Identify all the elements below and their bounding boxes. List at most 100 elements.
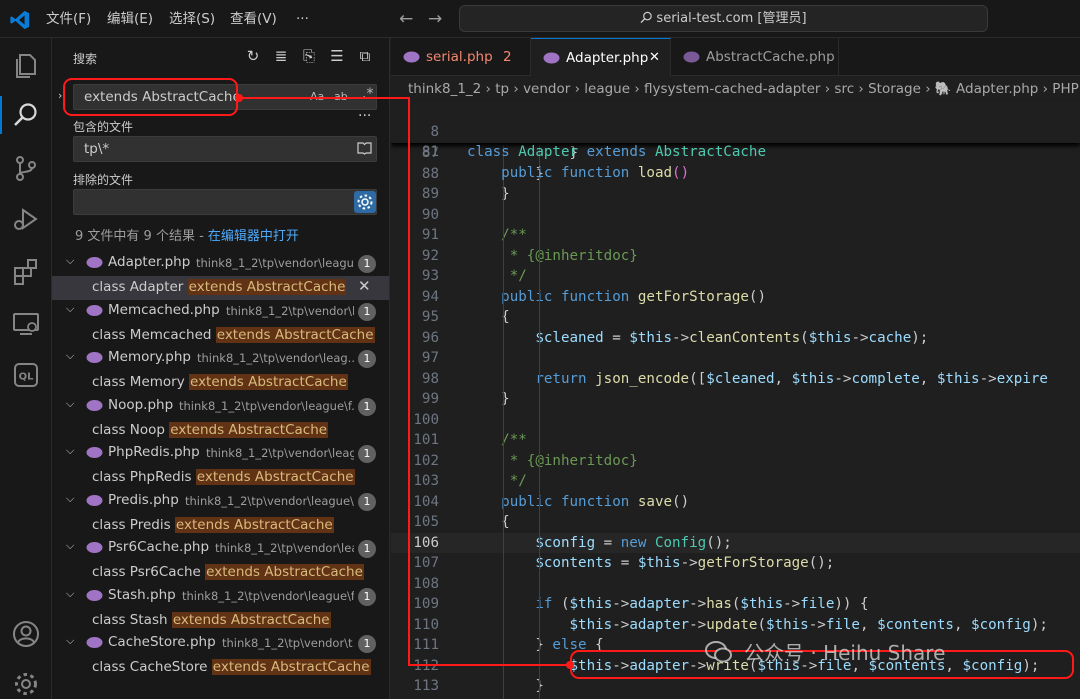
line-number: 97 [421,350,439,366]
result-file-row[interactable]: ⌵ Memcached.php think8_1_2\tp\vendor\l... 1 [52,300,389,323]
toggle-replace-chevron-icon[interactable]: › [58,89,62,102]
clear-results-icon[interactable]: ≣ [272,47,290,65]
menu-view[interactable]: 查看(V) [230,0,277,38]
chevron-down-icon[interactable]: ⌵ [66,444,74,458]
code-line[interactable]: 92 * {@inheritdoc} [391,246,1080,267]
match-highlight: extends AbstractCache [174,516,334,533]
chevron-down-icon[interactable]: ⌵ [66,492,74,506]
code-line[interactable]: 110 $this->adapter->update($this->file, … [391,615,1080,636]
chevron-down-icon[interactable]: ⌵ [66,349,74,363]
menu-more[interactable]: ··· [296,0,309,38]
forward-arrow-icon[interactable]: → [428,9,442,29]
chevron-down-icon[interactable]: ⌵ [66,587,74,601]
result-file-row[interactable]: ⌵ Noop.php think8_1_2\tp\vendor\league\f..… [52,395,389,418]
code-line[interactable]: 106 $config = new Config(); [391,532,1080,553]
result-match-row[interactable]: class Memcached extends AbstractCache [52,324,389,348]
code-text: public function load() [501,164,690,181]
result-file-row[interactable]: ⌵ Adapter.php think8_1_2\tp\vendor\leagu..… [52,252,389,275]
use-exclude-settings-toggle[interactable] [354,191,376,213]
line-number: 95 [421,309,439,325]
regex-toggle-icon[interactable]: .* [362,86,373,102]
new-search-editor-icon[interactable]: ⎘ [300,47,318,65]
chevron-down-icon[interactable]: ⌵ [66,539,74,553]
open-editors-only-icon[interactable] [357,142,372,155]
code-line[interactable]: 113 } [391,676,1080,697]
code-line[interactable]: 95 { [391,307,1080,328]
dismiss-match-icon[interactable]: ✕ [358,277,371,295]
code-line[interactable]: 104 public function save() [391,492,1080,513]
code-editor[interactable]: 87 } 88 } 89 } 90 91 /** 92 * {@inheritdoc} 93… [391,143,1080,699]
source-control-icon[interactable] [11,153,41,183]
breadcrumb[interactable]: think8_1_2 › tp › vendor › league › flys… [391,77,1080,101]
sticky-line[interactable]: 8 class Adapter extends AbstractCache [391,101,1080,161]
exclude-files-input[interactable] [73,189,377,215]
extensions-icon[interactable] [11,257,41,287]
result-file-row[interactable]: ⌵ CacheStore.php think8_1_2\tp\vendor\t...… [52,632,389,655]
result-file-row[interactable]: ⌵ Predis.php think8_1_2\tp\vendor\league\.… [52,490,389,513]
code-line[interactable]: 98 return json_encode([$cleaned, $this->… [391,369,1080,390]
explorer-icon[interactable] [11,50,41,80]
result-file-row[interactable]: ⌵ Stash.php think8_1_2\tp\vendor\league\f.… [52,585,389,608]
result-file-path: think8_1_2\tp\vendor\league\f... [179,398,354,413]
run-debug-icon[interactable] [11,204,41,234]
match-highlight: extends AbstractCache [189,374,348,390]
tab-abstractcache-php[interactable]: AbstractCache.php [671,38,839,76]
code-line[interactable]: 94 public function getForStorage() [391,287,1080,308]
menu-edit[interactable]: 编辑(E) [107,0,153,38]
refresh-icon[interactable]: ↻ [244,47,262,65]
code-line[interactable]: 96 $cleaned = $this->cleanContents($this… [391,328,1080,349]
result-match-row[interactable]: class Predis extends AbstractCache [52,514,389,538]
result-match-row[interactable]: class PhpRedis extends AbstractCache [52,466,389,490]
chevron-down-icon[interactable]: ⌵ [66,302,74,316]
line-number: 113 [413,678,439,694]
settings-gear-icon[interactable] [11,669,41,699]
result-file-row[interactable]: ⌵ Memory.php think8_1_2\tp\vendor\leag... 1 [52,347,389,370]
menu-file[interactable]: 文件(F) [46,0,91,38]
open-in-editor-link[interactable]: 在编辑器中打开 [208,229,299,244]
tab-serial-php[interactable]: serial.php 2 [391,38,531,76]
code-line[interactable]: 105 { [391,512,1080,533]
code-line[interactable]: 107 $contents = $this->getForStorage(); [391,553,1080,574]
more-options-icon[interactable]: ··· [358,108,371,124]
result-file-row[interactable]: ⌵ PhpRedis.php think8_1_2\tp\vendor\leag..… [52,442,389,465]
tab-close-icon[interactable]: ✕ [649,39,660,77]
result-file-row[interactable]: ⌵ Psr6Cache.php think8_1_2\tp\vendor\lea..… [52,537,389,560]
code-line[interactable]: 90 [391,205,1080,226]
code-line[interactable]: 89 } [391,184,1080,205]
code-line[interactable]: 109 if ($this->adapter->has($this->file)… [391,594,1080,615]
remote-explorer-icon[interactable] [11,309,41,339]
code-line[interactable]: 102 * {@inheritdoc} [391,451,1080,472]
tab-adapter-php[interactable]: Adapter.php ✕ [531,38,671,76]
result-match-row[interactable]: class Adapter extends AbstractCache ✕ [52,276,389,300]
code-line[interactable]: 100 [391,410,1080,431]
menu-selection[interactable]: 选择(S) [169,0,215,38]
codeql-icon[interactable]: QL [11,360,41,390]
chevron-down-icon[interactable]: ⌵ [66,397,74,411]
search-view-icon[interactable] [11,100,41,130]
code-line[interactable]: 99 } [391,389,1080,410]
chevron-down-icon[interactable]: ⌵ [66,634,74,648]
indent-guide [539,143,540,699]
collapse-all-icon[interactable]: ⧉ [356,47,374,65]
sticky-line[interactable]: 81 public function load() [391,122,1080,181]
chevron-down-icon[interactable]: ⌵ [66,254,74,268]
command-center[interactable]: serial-test.com [管理员] [459,5,988,32]
line-number: 94 [421,288,439,305]
code-line[interactable]: 108 [391,574,1080,595]
back-arrow-icon[interactable]: ← [399,9,413,29]
result-match-row[interactable]: class Memory extends AbstractCache [52,371,389,395]
result-match-row[interactable]: class Psr6Cache extends AbstractCache [52,561,389,585]
code-line[interactable]: 93 */ [391,266,1080,287]
code-line[interactable]: 103 */ [391,471,1080,492]
code-line[interactable]: 101 /** [391,430,1080,451]
result-match-row[interactable]: class Noop extends AbstractCache [52,419,389,443]
code-line[interactable]: 91 /** [391,225,1080,246]
result-match-row[interactable]: class CacheStore extends AbstractCache [52,656,389,680]
account-icon[interactable] [11,619,41,649]
active-view-indicator [0,96,2,134]
result-match-row[interactable]: class Stash extends AbstractCache [52,609,389,633]
result-file-name: Stash.php [108,586,176,603]
include-files-input[interactable]: tp\* [73,136,377,162]
code-line[interactable]: 97 [391,348,1080,369]
view-as-tree-icon[interactable]: ☰ [328,47,346,65]
